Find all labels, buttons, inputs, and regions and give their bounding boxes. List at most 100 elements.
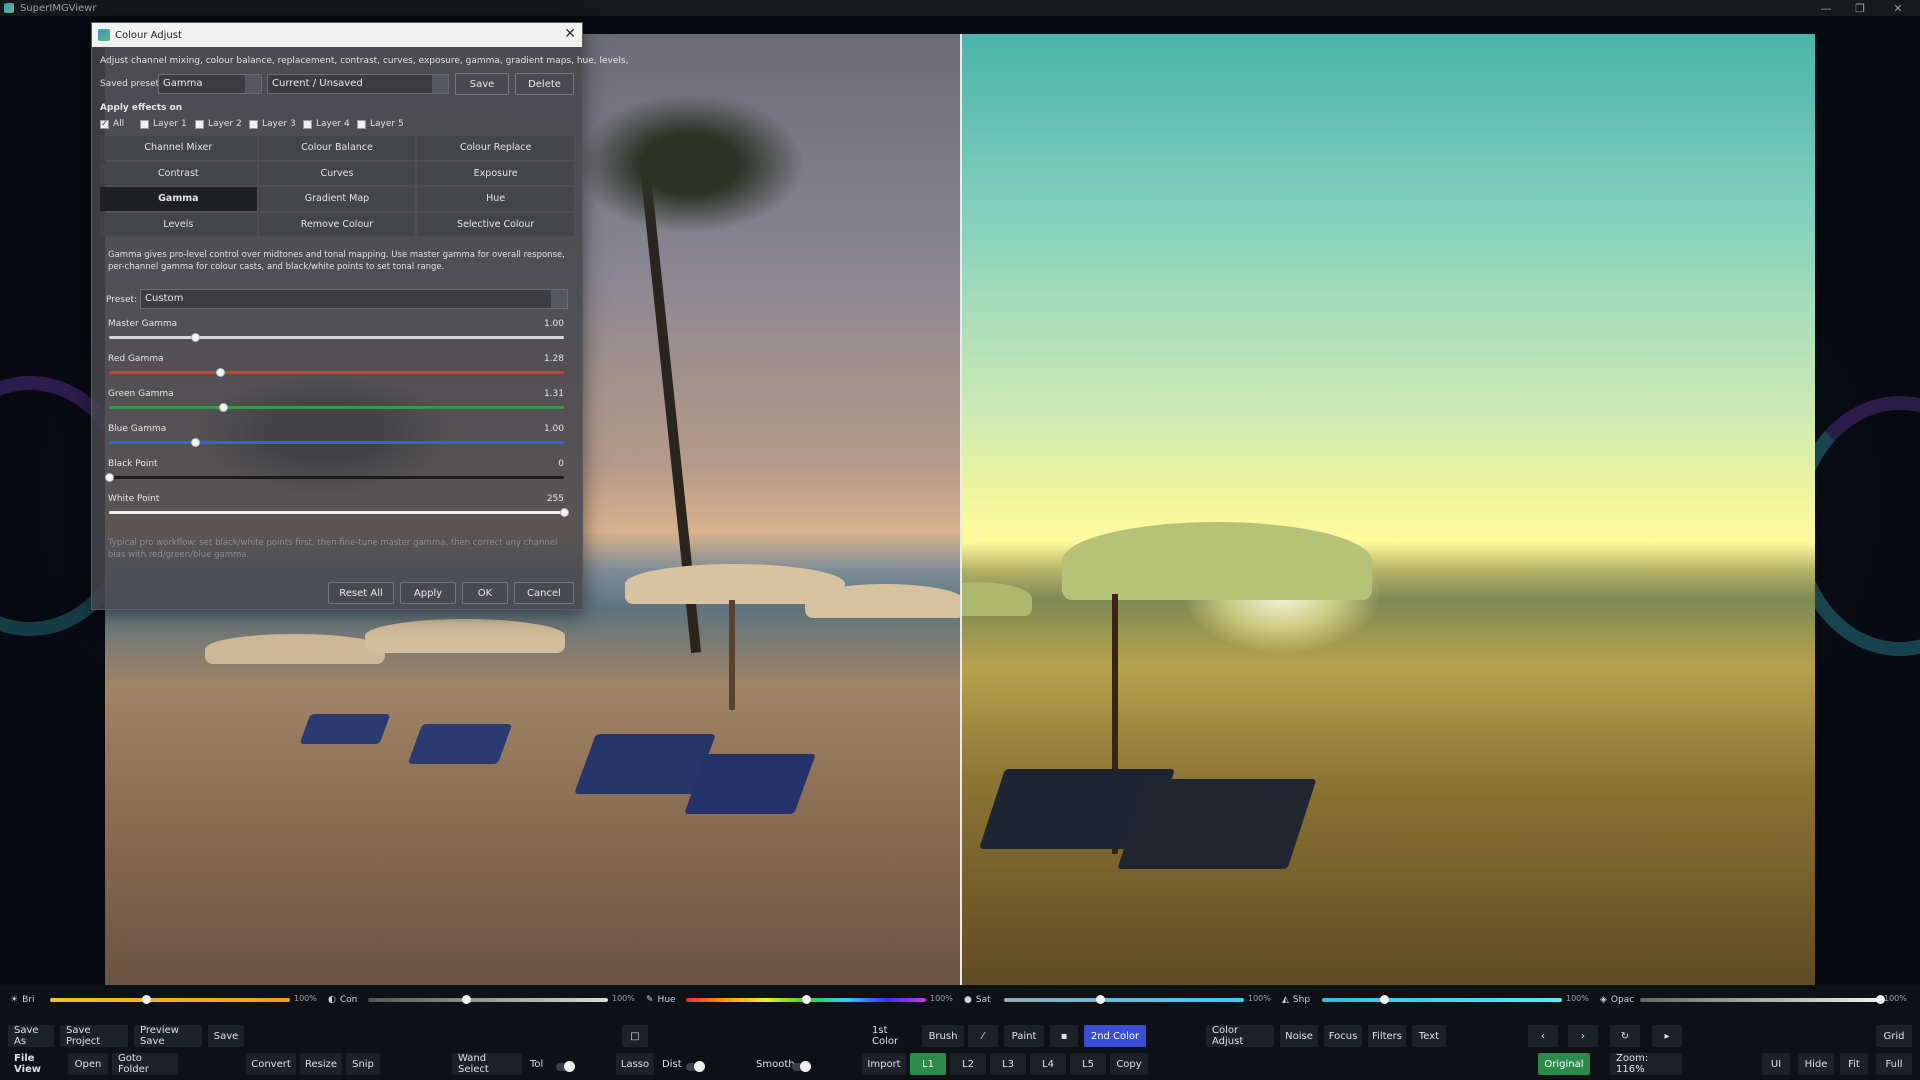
zoom-level[interactable]: Zoom: 116% [1610,1053,1682,1075]
fit-button[interactable]: Fit [1840,1053,1868,1075]
open-button[interactable]: Open [68,1053,108,1075]
first-color-button[interactable]: 1st Color [866,1025,918,1047]
layer-1-button[interactable]: L1 [910,1053,946,1075]
paint-button[interactable]: Paint [1004,1025,1044,1047]
close-icon[interactable]: ✕ [564,26,576,42]
layer-checkbox-0[interactable]: ✓ All [100,119,124,129]
slider-handle[interactable] [560,508,569,517]
slider-track[interactable] [109,476,564,479]
adjust-slider-handle[interactable] [1380,995,1390,1004]
minimize-button[interactable]: — [1808,0,1844,16]
layer-3-button[interactable]: L3 [990,1053,1026,1075]
snip-button[interactable]: Snip [346,1053,380,1075]
current-preset-select[interactable]: Current / Unsaved [267,74,449,94]
slider-handle[interactable] [105,473,114,482]
effect-tab[interactable]: Exposure [417,161,574,185]
layer-checkbox-2[interactable]: Layer 2 [195,119,242,129]
apply-button[interactable]: Apply [400,582,456,604]
prev-icon[interactable]: ‹ [1528,1025,1558,1047]
goto-folder-button[interactable]: Goto Folder [112,1053,178,1075]
full-button[interactable]: Full [1876,1053,1912,1075]
adjusted-image-pane[interactable] [962,34,1815,985]
rotate-icon[interactable]: ↻ [1610,1025,1640,1047]
slider-track[interactable] [109,441,564,444]
grid-button[interactable]: Grid [1876,1025,1912,1047]
play-icon[interactable]: ▸ [1652,1025,1682,1047]
save-project-button[interactable]: Save Project [60,1025,128,1047]
import-button[interactable]: Import [862,1053,906,1075]
lasso-button[interactable]: Lasso [616,1053,654,1075]
gamma-preset-select[interactable]: Custom [140,289,568,309]
adjust-slider-track[interactable] [50,998,290,1002]
slider-track[interactable] [109,511,564,514]
text-button[interactable]: Text [1412,1025,1446,1047]
ok-button[interactable]: OK [462,582,508,604]
effect-tab[interactable]: Gamma [100,187,257,211]
save-as-button[interactable]: Save As [8,1025,54,1047]
dist-toggle[interactable] [686,1061,705,1072]
effect-tab[interactable]: Remove Colour [258,212,416,236]
slider-handle[interactable] [191,438,201,447]
layer-checkbox-5[interactable]: Layer 5 [357,119,404,129]
second-color-button[interactable]: 2nd Color [1084,1025,1146,1047]
layer-4-button[interactable]: L4 [1030,1053,1066,1075]
convert-button[interactable]: Convert [246,1053,296,1075]
preview-save-button[interactable]: Preview Save [134,1025,202,1047]
slider-track[interactable] [109,336,564,339]
reset-all-button[interactable]: Reset All [328,582,394,604]
adjust-slider-handle[interactable] [1096,995,1105,1004]
smooth-toggle[interactable] [792,1061,811,1072]
adjust-slider-handle[interactable] [142,995,151,1004]
adjust-slider-track[interactable] [1640,998,1880,1002]
layer-checkbox-1[interactable]: Layer 1 [140,119,187,129]
effect-tab[interactable]: Colour Replace [417,136,574,160]
save-button[interactable]: Save [208,1025,244,1047]
noise-button[interactable]: Noise [1280,1025,1318,1047]
adjust-slider-handle[interactable] [802,995,811,1004]
layer-checkbox-4[interactable]: Layer 4 [303,119,350,129]
hide-button[interactable]: Hide [1798,1053,1834,1075]
effect-tab[interactable]: Levels [100,212,257,236]
resize-button[interactable]: Resize [300,1053,342,1075]
brush-button[interactable]: Brush [922,1025,964,1047]
close-window-button[interactable]: ✕ [1880,0,1916,16]
adjust-slider-handle[interactable] [462,995,472,1004]
file-view-button[interactable]: File View [8,1053,64,1075]
effect-tab[interactable]: Selective Colour [417,212,574,236]
slider-handle[interactable] [218,403,228,412]
slider-handle[interactable] [216,368,226,377]
layer-5-button[interactable]: L5 [1070,1053,1106,1075]
effect-tab[interactable]: Colour Balance [258,136,416,160]
ui-button[interactable]: UI [1762,1053,1790,1075]
slider-track[interactable] [109,371,564,374]
layer-checkbox-3[interactable]: Layer 3 [249,119,296,129]
adjust-slider-track[interactable] [1322,998,1562,1002]
effect-tab[interactable]: Hue [417,187,574,211]
delete-preset-button[interactable]: Delete [515,73,574,95]
cancel-button[interactable]: Cancel [514,582,574,604]
adjust-slider-track[interactable] [1004,998,1244,1002]
copy-button[interactable]: Copy [1110,1053,1148,1075]
filters-button[interactable]: Filters [1368,1025,1406,1047]
slider-track[interactable] [109,406,564,409]
effect-tab[interactable]: Contrast [100,161,257,185]
effect-tab[interactable]: Curves [258,161,416,185]
original-button[interactable]: Original [1538,1053,1590,1075]
wand-select-button[interactable]: Wand Select [452,1053,522,1075]
tol-toggle[interactable] [556,1061,575,1072]
maximize-button[interactable]: ❐ [1842,0,1878,16]
layer-2-button[interactable]: L2 [950,1053,986,1075]
fill-icon[interactable]: ▪ [1050,1025,1078,1047]
compare-divider[interactable] [960,34,962,985]
adjust-slider-track[interactable] [368,998,608,1002]
effect-tab[interactable]: Channel Mixer [100,136,257,160]
saved-preset-select[interactable]: Gamma [158,74,262,94]
next-icon[interactable]: › [1568,1025,1598,1047]
color-adjust-button[interactable]: Color Adjust [1206,1025,1274,1047]
save-preset-button[interactable]: Save [455,73,509,95]
focus-button[interactable]: Focus [1324,1025,1362,1047]
effect-tab[interactable]: Gradient Map [258,187,416,211]
select-rect-icon[interactable]: □ [622,1025,648,1047]
slider-handle[interactable] [191,333,201,342]
line-tool-icon[interactable]: ⁄ [968,1025,998,1047]
